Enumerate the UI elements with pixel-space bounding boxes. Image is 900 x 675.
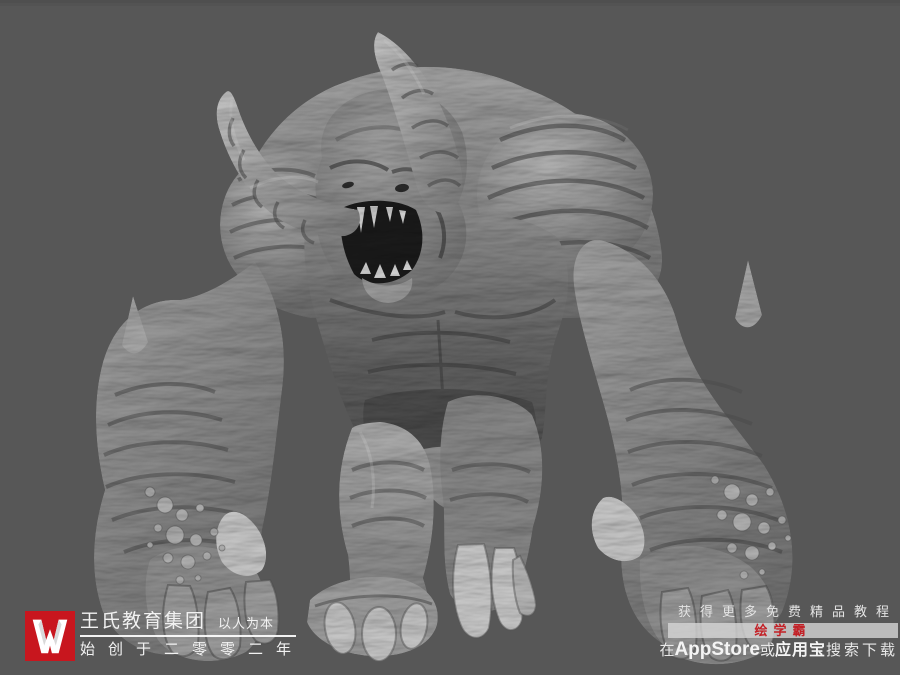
promo-badge-label: 绘学霸 xyxy=(754,623,812,638)
promo-badge-bar: 绘学霸 xyxy=(668,623,898,638)
store-suffix: 搜索下载 xyxy=(825,642,898,659)
yingyongbao-label: 应用宝 xyxy=(774,642,826,659)
brand-company-name: 王氏教育集团 xyxy=(80,611,207,632)
promo-store-line: 在AppStore或应用宝搜索下载 xyxy=(656,639,898,660)
brand-logo-icon xyxy=(25,611,75,661)
appstore-label: AppStore xyxy=(674,639,760,660)
promo-watermark: 获得更多免费精品教程 绘学霸 在AppStore或应用宝搜索下载 xyxy=(656,604,898,660)
brand-tagline: 以人为本 xyxy=(218,616,275,631)
store-or: 或 xyxy=(759,642,775,659)
store-prefix: 在 xyxy=(659,642,675,659)
promo-headline: 获得更多免费精品教程 xyxy=(677,604,898,619)
brand-watermark: 王氏教育集团 以人为本 始创于二零零二年 xyxy=(25,611,304,661)
brand-divider xyxy=(80,635,296,637)
screenshot-root: 王氏教育集团 以人为本 始创于二零零二年 获得更多免费精品教程 绘学霸 在App… xyxy=(0,0,900,675)
brand-since-line: 始创于二零零二年 xyxy=(80,641,305,658)
sculpt-artwork xyxy=(0,0,900,675)
